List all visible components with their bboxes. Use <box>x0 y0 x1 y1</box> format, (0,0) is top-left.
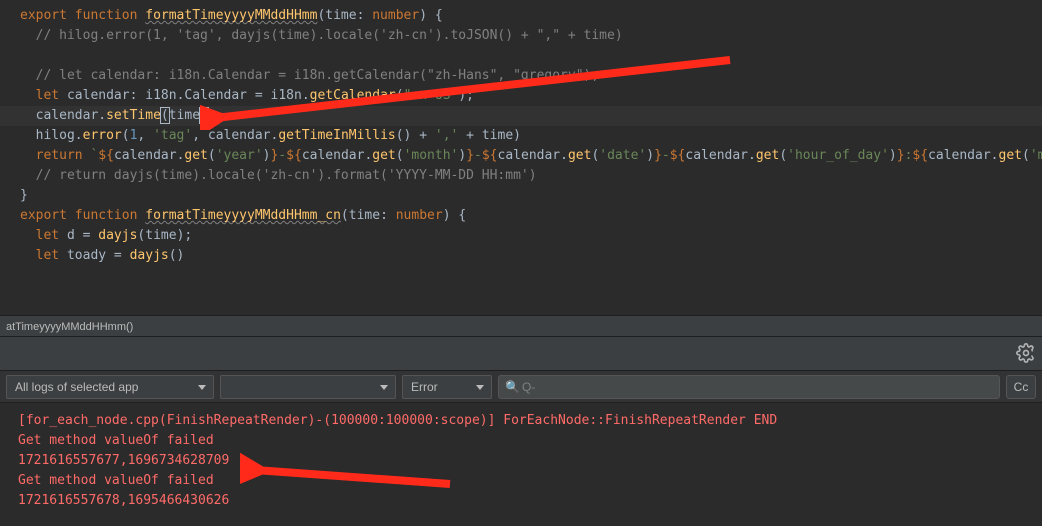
code-line[interactable]: calendar.setTime(time) <box>0 106 1042 126</box>
log-line[interactable]: [for_each_node.cpp(FinishRepeatRender)-(… <box>18 411 1042 431</box>
log-device-dropdown[interactable] <box>220 375 396 399</box>
log-line[interactable]: Get method valueOf failed <box>18 431 1042 451</box>
code-line[interactable]: // let calendar: i18n.Calendar = i18n.ge… <box>0 66 1042 86</box>
log-search-input[interactable]: 🔍 Q- <box>498 375 1000 399</box>
code-line[interactable]: // hilog.error(1, 'tag', dayjs(time).loc… <box>0 26 1042 46</box>
gear-icon[interactable] <box>1016 343 1036 363</box>
log-scope-label: All logs of selected app <box>15 380 138 394</box>
log-line[interactable]: 1721616557678,1695466430626 <box>18 491 1042 511</box>
code-line[interactable]: // return dayjs(time).locale('zh-cn').fo… <box>0 166 1042 186</box>
code-line[interactable]: } <box>0 186 1042 206</box>
breadcrumb-bar[interactable]: atTimeyyyyMMddHHmm() <box>0 315 1042 337</box>
log-line[interactable]: 1721616557677,1696734628709 <box>18 451 1042 471</box>
log-search-placeholder: Q- <box>522 380 535 394</box>
code-editor[interactable]: export function formatTimeyyyyMMddHHmm(t… <box>0 0 1042 315</box>
code-line[interactable] <box>0 46 1042 66</box>
code-line[interactable]: export function formatTimeyyyyMMddHHmm_c… <box>0 206 1042 226</box>
code-line[interactable]: let calendar: i18n.Calendar = i18n.getCa… <box>0 86 1042 106</box>
code-line[interactable]: let toady = dayjs() <box>0 246 1042 266</box>
breadcrumb-text: atTimeyyyyMMddHHmm() <box>6 321 133 333</box>
log-level-dropdown[interactable]: Error <box>402 375 492 399</box>
code-line[interactable]: return `${calendar.get('year')}-${calend… <box>0 146 1042 166</box>
code-line[interactable]: hilog.error(1, 'tag', calendar.getTimeIn… <box>0 126 1042 146</box>
search-icon: 🔍 <box>505 380 520 394</box>
log-line[interactable]: Get method valueOf failed <box>18 471 1042 491</box>
match-case-toggle[interactable]: Cc <box>1006 375 1036 399</box>
log-output[interactable]: [for_each_node.cpp(FinishRepeatRender)-(… <box>0 403 1042 511</box>
log-panel-toolbar <box>0 337 1042 371</box>
code-line[interactable]: let d = dayjs(time); <box>0 226 1042 246</box>
log-level-label: Error <box>411 380 438 394</box>
log-scope-dropdown[interactable]: All logs of selected app <box>6 375 214 399</box>
log-filter-bar: All logs of selected app Error 🔍 Q- Cc <box>0 371 1042 403</box>
code-line[interactable]: export function formatTimeyyyyMMddHHmm(t… <box>0 6 1042 26</box>
